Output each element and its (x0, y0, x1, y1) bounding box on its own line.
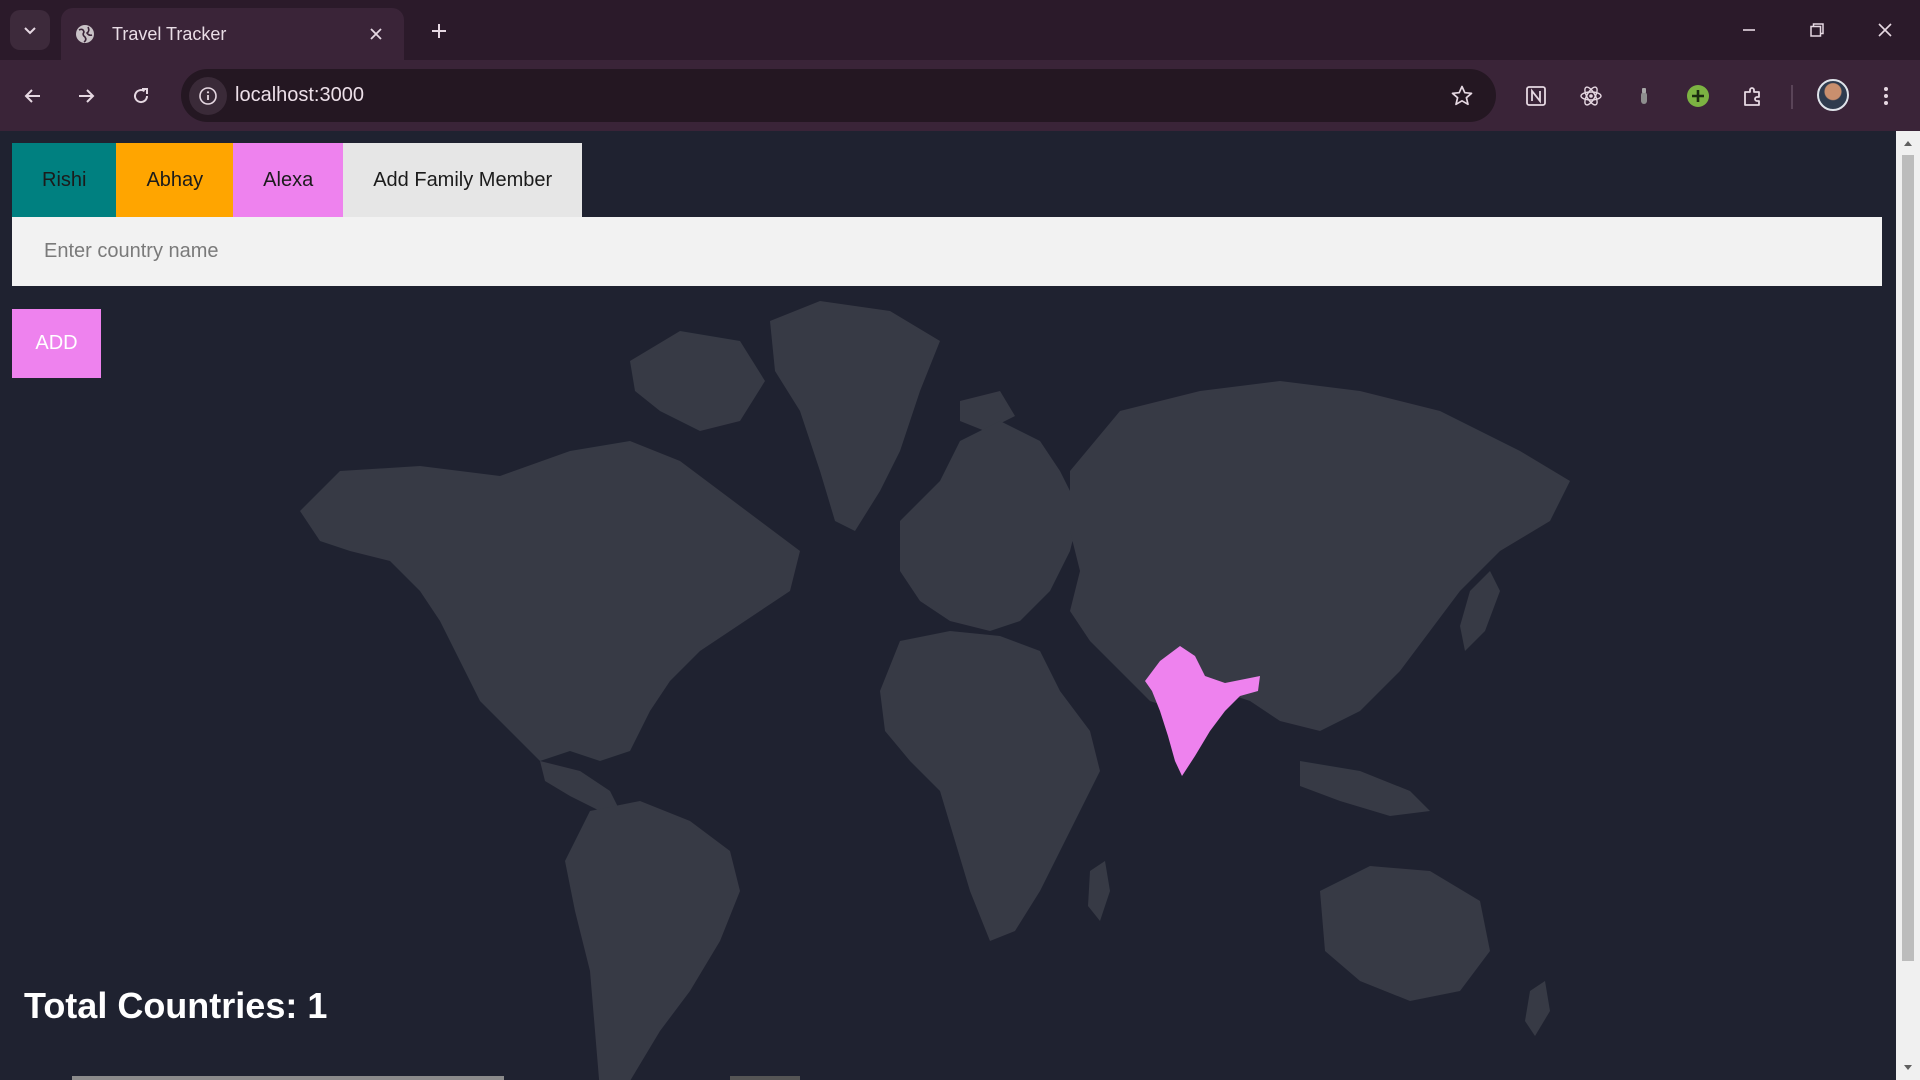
address-bar[interactable]: localhost:3000 (181, 69, 1496, 122)
notion-extension-button[interactable] (1516, 76, 1556, 116)
browser-toolbar: localhost:3000 (0, 60, 1920, 131)
tab-title: Travel Tracker (112, 23, 227, 44)
country-madagascar (1088, 861, 1110, 921)
total-countries-value: 1 (307, 985, 328, 1026)
scrollbar-thumb[interactable] (1902, 155, 1914, 961)
react-devtools-icon (1580, 86, 1602, 106)
tab-strip: Travel Tracker (0, 0, 1920, 60)
world-land (300, 301, 1570, 1080)
total-countries-label: Total Countries: (24, 985, 308, 1026)
forward-arrow-icon (79, 89, 95, 103)
site-info-button[interactable] (189, 77, 227, 115)
new-tab-button[interactable] (422, 14, 456, 48)
minimize-button[interactable] (1724, 8, 1774, 52)
country-greenland (770, 301, 940, 531)
avatar[interactable] (1817, 79, 1849, 111)
react-devtools-extension-button[interactable] (1571, 76, 1611, 116)
restore-icon (1810, 23, 1824, 37)
back-arrow-icon (24, 89, 40, 103)
country-input[interactable] (12, 217, 1882, 286)
country-canada-islands (630, 331, 765, 431)
kebab-menu-icon (1884, 87, 1888, 105)
tab-search-button[interactable] (10, 10, 50, 50)
globe-icon (74, 23, 96, 45)
url-text[interactable]: localhost:3000 (235, 69, 364, 122)
total-countries: Total Countries: 1 (24, 985, 327, 1027)
plus-icon (432, 24, 446, 38)
close-icon (1878, 23, 1892, 37)
country-south-america (565, 801, 740, 1080)
toolbar-divider (1791, 85, 1793, 109)
page-viewport: Rishi Abhay Alexa Add Family Member ADD (0, 131, 1896, 1080)
country-europe (900, 421, 1080, 631)
bookmark-button[interactable] (1444, 78, 1480, 114)
family-member-tabs: Rishi Abhay Alexa Add Family Member (12, 143, 583, 217)
country-north-america (300, 441, 800, 761)
country-central-america (540, 761, 620, 811)
member-tab-rishi[interactable]: Rishi (12, 143, 117, 217)
bottle-icon (1641, 88, 1647, 104)
restore-button[interactable] (1792, 8, 1842, 52)
close-icon (370, 28, 382, 40)
scroll-up-arrow-icon[interactable] (1902, 137, 1914, 149)
info-icon (199, 87, 217, 105)
close-window-button[interactable] (1860, 8, 1910, 52)
country-africa (880, 631, 1100, 941)
star-icon (1451, 85, 1473, 106)
green-plus-icon (1687, 85, 1709, 107)
country-southeast-asia-islands (1300, 761, 1430, 816)
minimize-icon (1743, 29, 1755, 31)
bottle-extension-button[interactable] (1624, 76, 1664, 116)
notion-icon (1526, 86, 1546, 106)
country-asia (1070, 381, 1570, 731)
browser-tab[interactable]: Travel Tracker (61, 8, 404, 60)
country-new-zealand (1525, 981, 1550, 1036)
puzzle-icon (1744, 87, 1760, 106)
horizontal-scrollbar-thumb[interactable] (72, 1076, 504, 1080)
member-tab-abhay[interactable]: Abhay (116, 143, 234, 217)
reload-icon (134, 88, 149, 104)
country-australia (1320, 866, 1490, 1001)
browser-menu-button[interactable] (1866, 76, 1906, 116)
extensions-button[interactable] (1733, 76, 1773, 116)
reload-button[interactable] (121, 76, 161, 116)
scroll-down-arrow-icon[interactable] (1902, 1062, 1914, 1074)
browser-chrome: Travel Tracker localhost:3000 (0, 0, 1920, 131)
chevron-down-icon (24, 27, 36, 35)
tab-close-button[interactable] (360, 18, 392, 50)
member-tab-alexa[interactable]: Alexa (233, 143, 344, 217)
world-map (300, 301, 1570, 1080)
back-button[interactable] (13, 76, 53, 116)
green-plus-extension-button[interactable] (1678, 76, 1718, 116)
add-family-member-button[interactable]: Add Family Member (343, 143, 583, 217)
forward-button[interactable] (66, 76, 106, 116)
add-country-button[interactable]: ADD (12, 309, 101, 378)
vertical-scrollbar[interactable] (1896, 131, 1920, 1080)
horizontal-scrollbar-track-mark (730, 1076, 800, 1080)
